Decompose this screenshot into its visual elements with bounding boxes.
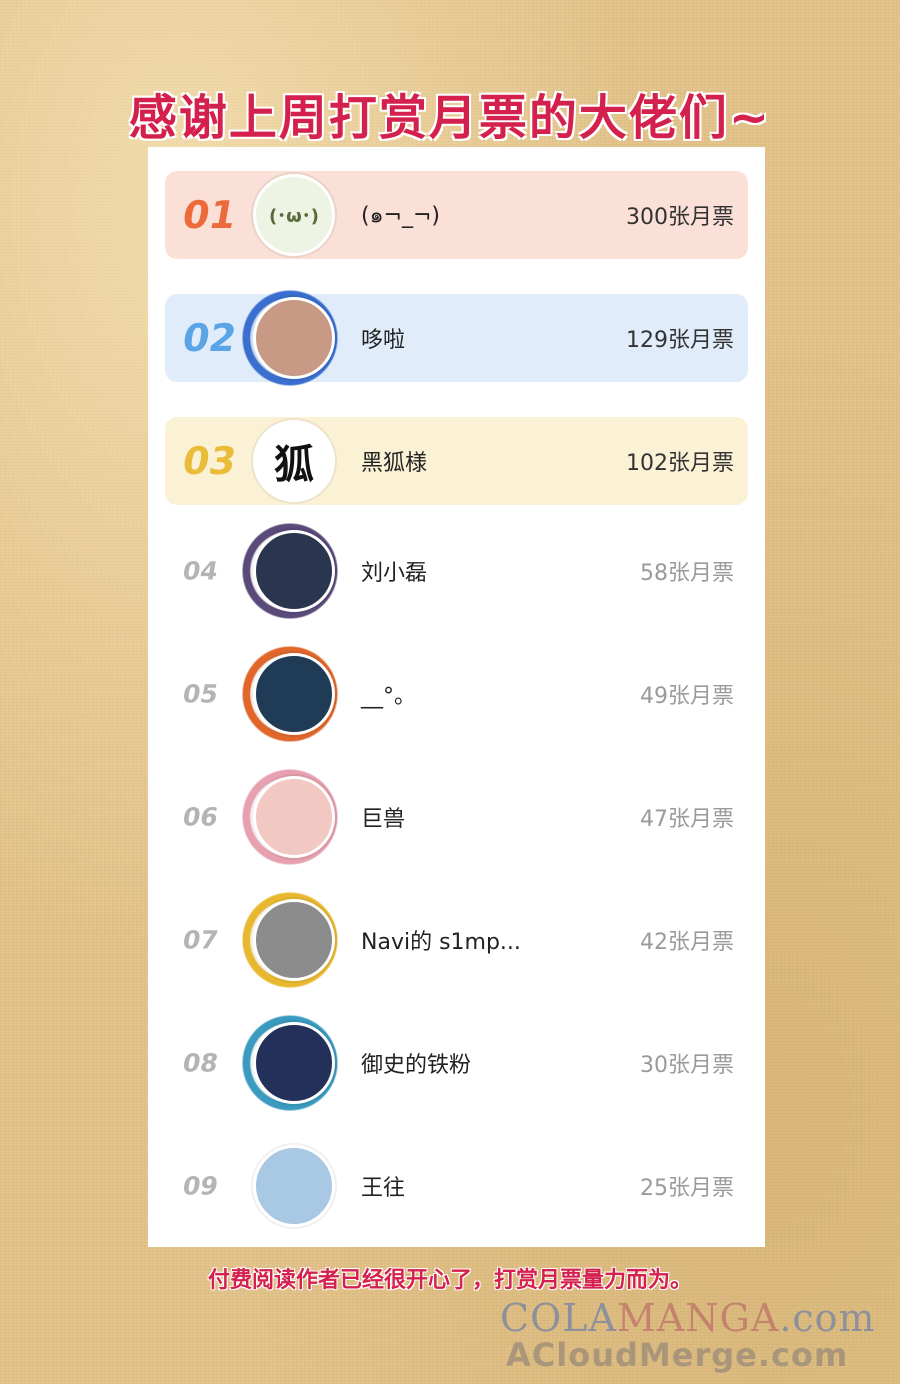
rank-number: 05 xyxy=(180,679,221,709)
rank-number: 04 xyxy=(180,556,221,586)
vote-count: 25张月票 xyxy=(640,1176,734,1201)
cat-photo-avatar[interactable] xyxy=(253,899,335,981)
user-name: 哆啦 xyxy=(361,328,406,353)
vote-count: 129张月票 xyxy=(626,328,734,353)
ranking-row[interactable]: 01 (･ω･) (๑¬_¬) 300张月票 xyxy=(165,171,748,259)
watermark-acloudmerge: ACloudMerge.com xyxy=(506,1336,849,1374)
ranking-row[interactable]: 05 __°。 49张月票 xyxy=(165,639,748,749)
user-name: __°。 xyxy=(361,684,417,709)
rank-number: 06 xyxy=(180,802,221,832)
vote-count: 42张月票 xyxy=(640,930,734,955)
vote-count: 49张月票 xyxy=(640,684,734,709)
ranking-row[interactable]: 07 Navi的 s1mp... 42张月票 xyxy=(165,885,748,995)
user-name: (๑¬_¬) xyxy=(361,203,440,229)
user-name: 御史的铁粉 xyxy=(361,1053,472,1078)
rank-number: 09 xyxy=(180,1171,221,1201)
rank-number: 02 xyxy=(179,316,240,360)
ranking-row[interactable]: 08 御史的铁粉 30张月票 xyxy=(165,1008,748,1118)
rank-number: 03 xyxy=(179,439,240,483)
footer-note: 付费阅读作者已经很开心了，打赏月票量力而为。 xyxy=(207,1268,692,1293)
ranking-row[interactable]: 02 哆啦 129张月票 xyxy=(165,283,748,393)
watermark-part2: MANGA xyxy=(616,1296,780,1340)
galaxy-avatar[interactable] xyxy=(253,530,335,612)
vote-count: 300张月票 xyxy=(626,205,734,230)
fox-character-avatar[interactable]: 狐 xyxy=(253,420,335,502)
ranking-row[interactable]: 09 王往 25张月票 xyxy=(165,1142,748,1230)
rank-number: 07 xyxy=(180,925,221,955)
user-name: 王往 xyxy=(361,1176,406,1201)
user-name: 刘小磊 xyxy=(361,561,428,586)
ranking-row[interactable]: 04 刘小磊 58张月票 xyxy=(165,516,748,626)
watermark-colamanga: COLAMANGA.com xyxy=(500,1296,876,1340)
watermark-part1: COLA xyxy=(500,1296,617,1340)
ranking-row[interactable]: 03 狐 黑狐様 102张月票 xyxy=(165,417,748,505)
vote-count: 102张月票 xyxy=(626,451,734,476)
watermark-part3: .com xyxy=(779,1296,876,1340)
sprout-cartoon-avatar[interactable]: (･ω･) xyxy=(253,174,335,256)
user-name: Navi的 s1mp... xyxy=(361,930,521,955)
poster-avatar[interactable] xyxy=(253,1022,335,1104)
anime-girl-avatar[interactable] xyxy=(253,776,335,858)
ranking-row[interactable]: 06 巨兽 47张月票 xyxy=(165,762,748,872)
ranking-card: 01 (･ω･) (๑¬_¬) 300张月票 02 哆啦 129张月票 03 狐 黑狐様 102张月… xyxy=(148,147,765,1247)
page-title: 感谢上周打赏月票的大佬们~ xyxy=(128,90,772,146)
portrait-avatar[interactable] xyxy=(253,297,335,379)
ocean-avatar[interactable] xyxy=(253,653,335,735)
vote-count: 30张月票 xyxy=(640,1053,734,1078)
rank-number: 08 xyxy=(180,1048,221,1078)
vote-count: 58张月票 xyxy=(640,561,734,586)
cartoon-cat-avatar[interactable] xyxy=(253,1145,335,1227)
vote-count: 47张月票 xyxy=(640,807,734,832)
user-name: 黑狐様 xyxy=(361,451,428,476)
user-name: 巨兽 xyxy=(361,807,406,832)
rank-number: 01 xyxy=(179,193,240,237)
